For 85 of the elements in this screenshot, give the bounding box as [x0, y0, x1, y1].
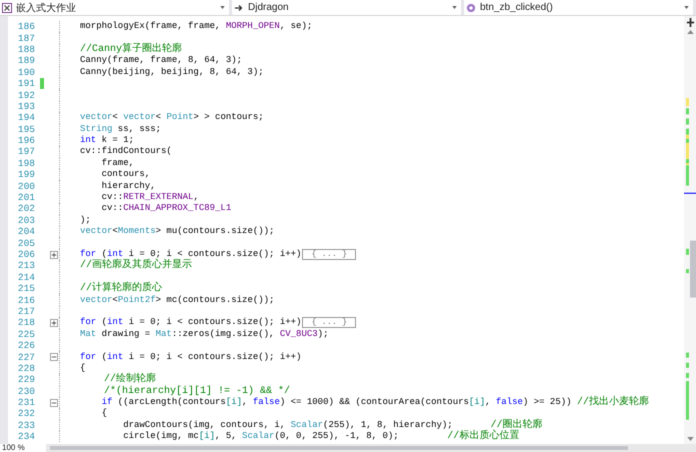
code-line: for (int i = 0; i < contours.size(); i++): [80, 352, 302, 363]
code-line: );: [80, 214, 91, 226]
code-line: frame,: [100, 158, 134, 169]
member-dropdown[interactable]: btn_zb_clicked(): [464, 0, 696, 15]
code-line: cv::RETR_EXTERNAL,: [100, 192, 199, 204]
code-line: //Canny算子圈出轮廓: [80, 44, 182, 55]
line-number: 233: [16, 420, 35, 431]
code-line: int k = 1;: [80, 135, 134, 146]
line-number: 190: [16, 66, 35, 78]
code-line: for (int i = 0; i < contours.size(); i++): [80, 317, 302, 328]
line-number: 218: [16, 317, 35, 328]
collapsed-block[interactable]: { ... }: [302, 249, 356, 260]
line-number: 231: [16, 397, 35, 408]
arrow-icon: [234, 2, 244, 12]
line-number: 199: [16, 169, 35, 180]
line-number: 188: [16, 44, 35, 55]
line-number: 205: [16, 238, 35, 249]
horizontal-scrollbar[interactable]: [46, 444, 696, 452]
code-line: Canny(frame, frame, 8, 64, 3);: [80, 55, 242, 66]
code-line: /*(hierarchy[i][1] != -1) && */: [103, 386, 290, 397]
collapse-icon[interactable]: [50, 398, 58, 407]
method-icon: [466, 2, 476, 12]
expand-icon[interactable]: [50, 250, 58, 258]
line-number: 186: [16, 21, 35, 32]
code-line: morphologyEx(frame, frame, MORPH_OPEN, se);: [80, 21, 312, 32]
line-number: 200: [16, 180, 35, 192]
code-line: cv::CHAIN_APPROX_TC89_L1: [100, 203, 232, 214]
code-line: vector<Moments> mu(contours.size());: [80, 226, 274, 238]
line-number: 225: [16, 328, 35, 340]
code-line: //绘制轮廓: [103, 374, 156, 386]
line-number: 232: [16, 408, 35, 420]
line-number: 194: [16, 112, 35, 124]
line-number: 227: [16, 352, 35, 363]
line-number: 206: [16, 249, 35, 260]
line-number: 230: [16, 386, 35, 397]
code-line: String ss, sss;: [80, 124, 162, 135]
line-number: 234: [16, 431, 35, 442]
code-line: circle(img, mc[i], 5, Scalar(0, 0, 255), -1, 8, 0); //标出质心位置: [122, 431, 520, 442]
code-line: {: [80, 362, 86, 374]
line-number: 203: [16, 214, 35, 226]
line-number: 198: [16, 158, 35, 169]
code-line: //计算轮廓的质心: [80, 283, 162, 294]
code-line: vector<Point2f> mc(contours.size());: [80, 294, 274, 306]
line-number: 202: [16, 203, 35, 214]
code-line: //画轮廓及其质心并显示: [80, 260, 192, 272]
scope-dropdown[interactable]: Djdragon: [232, 0, 464, 15]
code-line: cv::findContours(: [80, 146, 172, 158]
caret-icon: [220, 6, 225, 9]
split-icon[interactable]: [686, 18, 694, 27]
line-number: 191: [16, 78, 35, 90]
project-dropdown[interactable]: 嵌入式大作业: [0, 0, 232, 15]
line-number: 226: [16, 340, 35, 352]
code-line: Mat drawing = Mat::zeros(img.size(), CV_8UC3);: [80, 328, 328, 340]
line-number: 201: [16, 192, 35, 204]
scroll-up-icon[interactable]: [686, 30, 694, 34]
line-number: 187: [16, 32, 35, 44]
line-number: 195: [16, 124, 35, 135]
caret-icon: [452, 6, 457, 9]
code-line: drawContours(img, contours, i, Scalar(255), 1, 8, hierarchy); //圈出轮廓: [122, 420, 542, 431]
zoom-dropdown[interactable]: 100 %: [0, 444, 46, 452]
line-number: 197: [16, 146, 35, 158]
line-number: 213: [16, 260, 35, 272]
collapsed-block[interactable]: { ... }: [302, 317, 356, 328]
collapse-icon[interactable]: [50, 353, 58, 362]
line-number: 204: [16, 226, 35, 238]
line-number: 216: [16, 294, 35, 306]
code-line: Canny(beijing, beijing, 8, 64, 3);: [80, 66, 264, 78]
line-number: 193: [16, 100, 35, 112]
line-number: 228: [16, 362, 35, 374]
line-number: 192: [16, 90, 35, 101]
line-number: 189: [16, 55, 35, 66]
caret-icon: [684, 6, 689, 9]
line-number: 217: [16, 306, 35, 317]
line-number: 229: [16, 374, 35, 386]
code-line: for (int i = 0; i < contours.size(); i++): [80, 249, 302, 259]
scroll-down-icon[interactable]: [686, 437, 694, 441]
code-line: if ((arcLength(contours[i], false) <= 1000) && (contourArea(contours[i], false) >= 25)) //找出小麦轮廓: [100, 397, 649, 408]
code-line: vector< vector< Point> > contours;: [80, 112, 264, 124]
code-line: {: [100, 408, 108, 420]
code-line: contours,: [100, 169, 150, 180]
line-number: 196: [16, 135, 35, 146]
line-number: 214: [16, 272, 35, 283]
code-line: hierarchy,: [100, 180, 156, 192]
line-number: 215: [16, 283, 35, 294]
expand-icon[interactable]: [50, 318, 58, 327]
